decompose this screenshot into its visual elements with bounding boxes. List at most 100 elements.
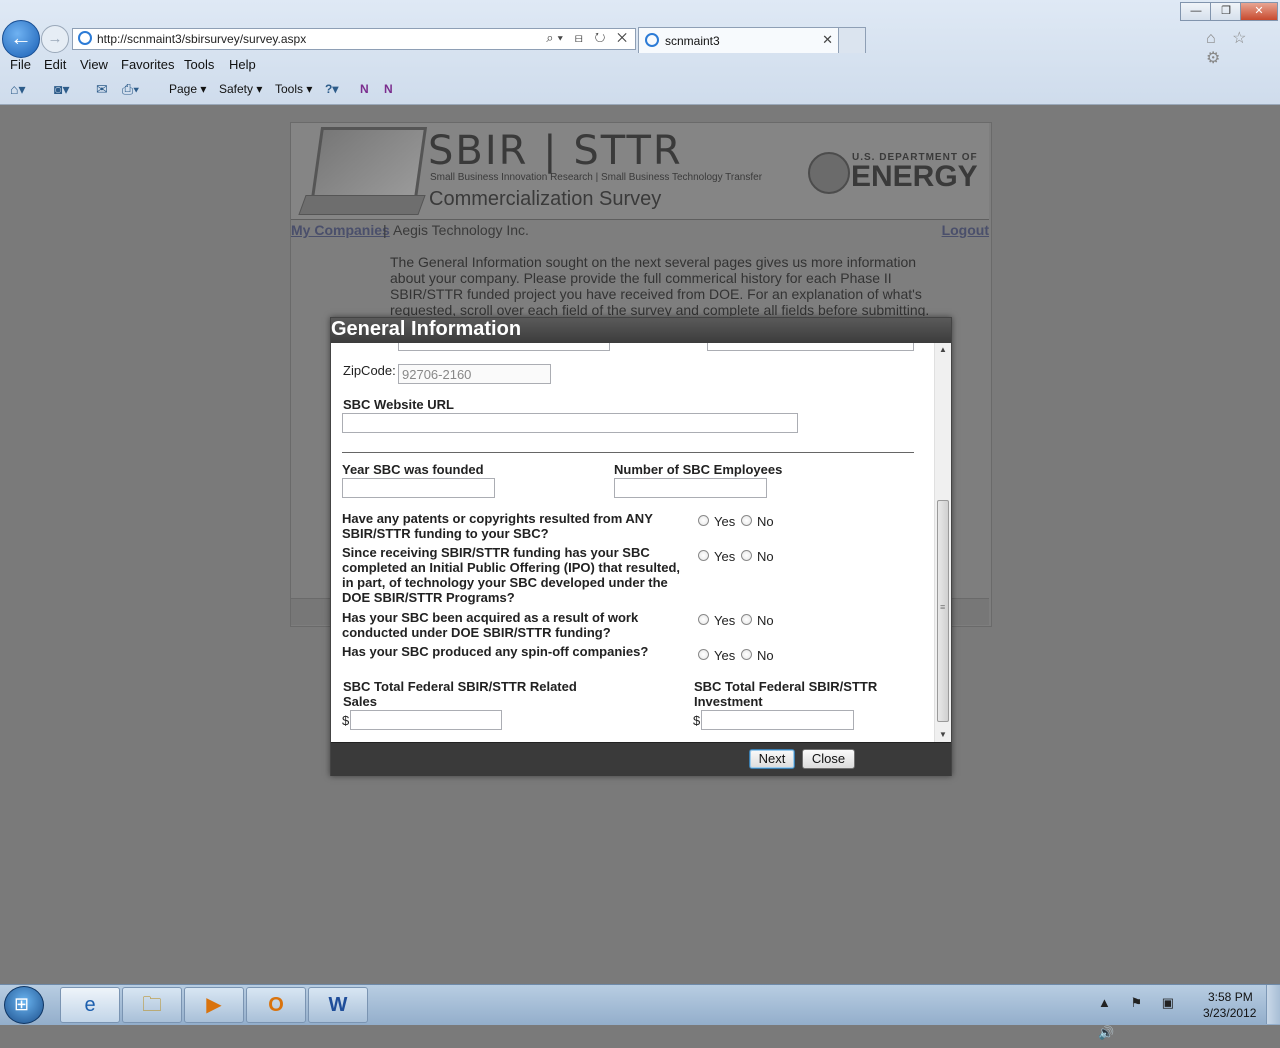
employees-input[interactable] [614, 478, 767, 498]
spinoff-no-label: No [757, 648, 774, 663]
mail-icon[interactable]: ✉ [96, 81, 108, 98]
scroll-down-icon[interactable]: ▼ [935, 728, 951, 742]
start-button[interactable]: ⊞ [4, 986, 44, 1024]
onenote-icon[interactable]: N [360, 82, 369, 96]
investment-label: SBC Total Federal SBIR/STTR Investment [694, 679, 878, 709]
ie-page-icon [78, 31, 92, 45]
tab-close-icon[interactable]: ✕ [822, 32, 833, 48]
brand-title: SBIR | STTR [428, 128, 683, 174]
onenote-linked-icon[interactable]: N [384, 82, 393, 96]
forward-arrow-icon: → [47, 30, 63, 47]
next-button[interactable]: Next [749, 749, 795, 769]
logout-link[interactable]: Logout [942, 222, 989, 238]
my-companies-link[interactable]: My Companies [291, 222, 390, 238]
outlook-icon: O [268, 994, 284, 1016]
investment-currency: $ [693, 713, 701, 728]
zip-label: ZipCode: [343, 363, 396, 378]
laptop-image [298, 123, 428, 219]
year-founded-label: Year SBC was founded [342, 462, 484, 477]
website-label: SBC Website URL [343, 397, 454, 412]
sales-label: SBC Total Federal SBIR/STTR Related Sale… [343, 679, 577, 709]
question-acquired: Has your SBC been acquired as a result o… [342, 610, 639, 640]
breadcrumb-separator: | [383, 222, 387, 238]
system-tray-icons[interactable]: ▲ ⚑ ▣ 🔊 [1098, 988, 1188, 1040]
url-text[interactable]: http://scnmaint3/sbirsurvey/survey.aspx [97, 32, 306, 46]
ipo-yes-label: Yes [714, 549, 736, 564]
menu-file[interactable]: File [10, 57, 31, 72]
browser-tab[interactable]: scnmaint3 ✕ [638, 27, 840, 53]
word-icon: W [328, 994, 348, 1016]
state-select-partial[interactable] [398, 343, 610, 351]
menu-help[interactable]: Help [229, 57, 256, 72]
brand-survey-title: Commercialization Survey [429, 188, 662, 210]
sales-input[interactable] [350, 710, 502, 730]
menu-favorites[interactable]: Favorites [121, 57, 174, 72]
window-close-button[interactable]: ✕ [1240, 2, 1278, 21]
minimize-button[interactable]: — [1180, 2, 1212, 21]
ipo-no-radio[interactable] [741, 550, 752, 561]
help-icon[interactable]: ?▾ [325, 82, 338, 96]
page-menu[interactable]: Page ▾ [169, 82, 206, 96]
breadcrumb: My Companies | Aegis Technology Inc. Log… [291, 221, 989, 239]
dialog-body: ZipCode: SBC Website URL Year SBC was fo… [331, 343, 951, 742]
taskbar-word[interactable]: W [308, 987, 368, 1023]
taskbar-media-player[interactable]: ▶ [184, 987, 244, 1023]
patents-yes-radio[interactable] [698, 515, 709, 526]
section-divider [342, 452, 914, 453]
media-player-icon: ▶ [206, 994, 222, 1016]
close-button[interactable]: Close [802, 749, 855, 769]
command-bar: ⌂▾ ◙▾ ✉ ⎙▾ Page ▾ Safety ▾ Tools ▾ ?▾ N … [0, 79, 1280, 101]
folder-icon: 🗀 [142, 994, 162, 1016]
website-input[interactable] [342, 413, 798, 433]
menu-bar: File Edit View Favorites Tools Help [0, 56, 1280, 78]
taskbar-internet-explorer[interactable]: e [60, 987, 120, 1023]
acquired-no-label: No [757, 613, 774, 628]
scroll-up-icon[interactable]: ▲ [935, 343, 951, 357]
acquired-yes-label: Yes [714, 613, 736, 628]
menu-view[interactable]: View [80, 57, 108, 72]
general-information-dialog: General Information ZipCode: SBC Website… [330, 317, 952, 776]
print-icon[interactable]: ⎙▾ [122, 81, 139, 98]
menu-tools[interactable]: Tools [184, 57, 214, 72]
acquired-yes-radio[interactable] [698, 614, 709, 625]
home-favorites-tools-icons[interactable]: ⌂ ☆ ⚙ [1206, 28, 1276, 67]
home-icon[interactable]: ⌂▾ [10, 81, 25, 98]
dialog-footer: Next Close [331, 742, 951, 776]
restore-button[interactable]: ❐ [1210, 2, 1242, 21]
forward-button[interactable]: → [41, 25, 69, 53]
employees-label: Number of SBC Employees [614, 462, 783, 477]
safety-menu[interactable]: Safety ▾ [219, 82, 262, 96]
menu-edit[interactable]: Edit [44, 57, 66, 72]
year-founded-input[interactable] [342, 478, 495, 498]
doe-seal-icon [808, 152, 850, 194]
spinoff-yes-radio[interactable] [698, 649, 709, 660]
zip-input[interactable] [398, 364, 551, 384]
taskbar-outlook[interactable]: O [246, 987, 306, 1023]
sales-currency: $ [342, 713, 350, 728]
back-button[interactable]: ← [2, 20, 40, 58]
email-input-partial[interactable] [707, 343, 914, 351]
taskbar-file-explorer[interactable]: 🗀 [122, 987, 182, 1023]
spinoff-no-radio[interactable] [741, 649, 752, 660]
address-bar[interactable]: http://scnmaint3/sbirsurvey/survey.aspx … [72, 28, 636, 50]
patents-no-radio[interactable] [741, 515, 752, 526]
scroll-thumb[interactable]: ≡ [937, 500, 949, 722]
question-patents: Have any patents or copyrights resulted … [342, 511, 653, 541]
address-bar-icons[interactable]: ⌕▾ ⊟ ↻ ✕ [546, 30, 631, 46]
windows-logo-icon: ⊞ [14, 994, 30, 1014]
show-desktop-button[interactable] [1266, 985, 1280, 1024]
clock-time[interactable]: 3:58 PM [1208, 990, 1253, 1004]
company-name: Aegis Technology Inc. [393, 222, 529, 238]
feeds-icon[interactable]: ◙▾ [54, 81, 69, 98]
ipo-yes-radio[interactable] [698, 550, 709, 561]
tools-menu[interactable]: Tools ▾ [275, 82, 312, 96]
investment-input[interactable] [701, 710, 854, 730]
question-ipo: Since receiving SBIR/STTR funding has yo… [342, 545, 681, 605]
question-spinoff: Has your SBC produced any spin-off compa… [342, 644, 649, 659]
ie-tab-icon [645, 33, 659, 47]
clock-date[interactable]: 3/23/2012 [1203, 1006, 1256, 1020]
acquired-no-radio[interactable] [741, 614, 752, 625]
dialog-scrollbar[interactable]: ▲ ≡ ▼ [934, 343, 951, 742]
new-tab-button[interactable] [838, 27, 866, 53]
doe-energy-logo: ENERGY [851, 160, 978, 193]
